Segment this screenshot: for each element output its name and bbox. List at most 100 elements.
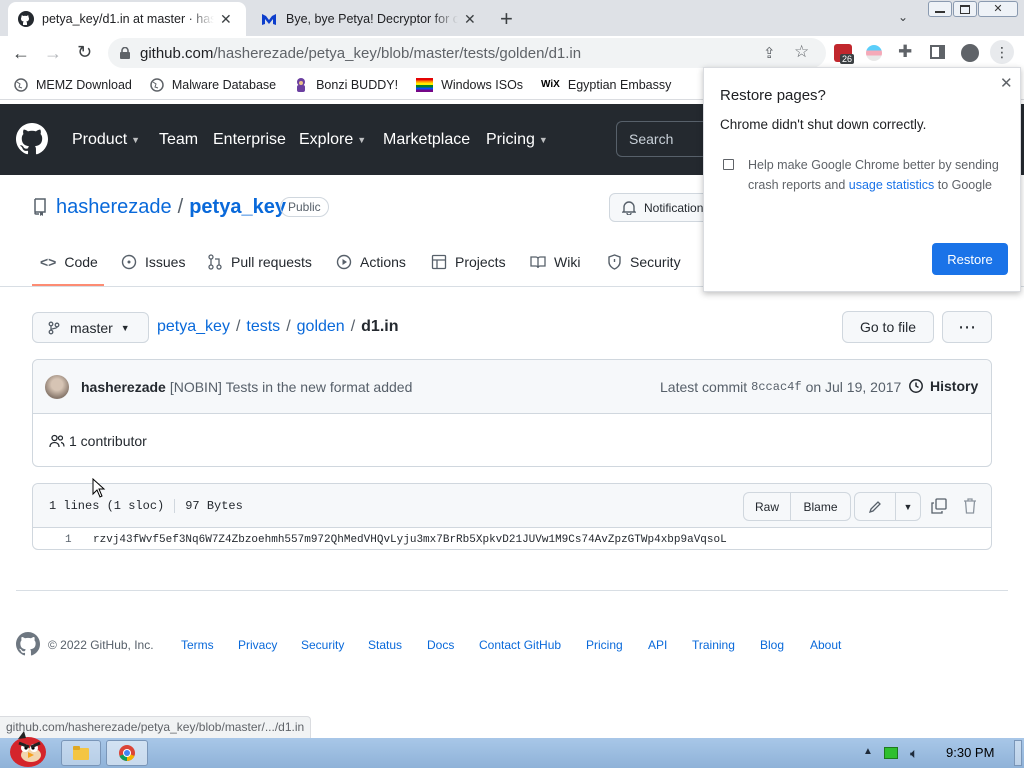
table-icon <box>431 254 447 270</box>
address-bar[interactable]: github.com/hasherezade/petya_key/blob/ma… <box>108 38 826 68</box>
taskbar-explorer-button[interactable] <box>61 740 101 766</box>
new-tab-button[interactable]: + <box>500 6 513 32</box>
breadcrumb-golden-link[interactable]: golden <box>297 318 345 336</box>
tab-malwarebytes[interactable]: Bye, bye Petya! Decryptor for old versio… <box>250 2 488 36</box>
avatar[interactable] <box>45 375 69 399</box>
footer-link-contact: Contact GitHub <box>479 638 561 652</box>
footer-link-label[interactable]: Training <box>692 638 735 652</box>
tab-close-icon[interactable]: ✕ <box>464 11 476 28</box>
tab-security[interactable]: Security <box>607 254 681 270</box>
volume-tray-icon[interactable]: 🔈︎ <box>910 745 918 762</box>
footer-link-label[interactable]: Pricing <box>586 638 623 652</box>
bookmark-memz[interactable]: MEMZ Download <box>14 78 132 92</box>
reload-icon[interactable]: ↻ <box>77 42 92 63</box>
profile-avatar-icon[interactable] <box>961 44 979 62</box>
repo-name-link[interactable]: petya_key <box>189 196 286 219</box>
edit-pencil-icon[interactable] <box>854 492 896 521</box>
tab-close-icon[interactable]: ✕ <box>220 11 232 28</box>
minimize-button[interactable] <box>928 1 952 17</box>
commit-author-link[interactable]: hasherezade <box>81 379 166 395</box>
nav-product[interactable]: Product ▼ <box>72 104 140 175</box>
crash-report-checkbox[interactable] <box>723 159 734 170</box>
footer-link-label[interactable]: Docs <box>427 638 454 652</box>
contributors-link[interactable]: 1 contributor <box>49 433 147 449</box>
more-options-button[interactable]: ⋯ <box>942 311 992 343</box>
tab-search-icon[interactable]: ⌄ <box>898 10 908 24</box>
show-desktop-button[interactable] <box>1014 740 1022 766</box>
edit-dropdown-button[interactable]: ▼ <box>895 492 921 521</box>
raw-button[interactable]: Raw <box>743 492 791 521</box>
extensions-puzzle-icon[interactable]: ✚ <box>898 42 912 62</box>
bookmark-star-icon[interactable]: ☆ <box>794 42 809 62</box>
angry-bird-start-icon[interactable] <box>4 730 48 768</box>
tab-pull-requests[interactable]: Pull requests <box>207 254 312 270</box>
footer-link-label[interactable]: Status <box>368 638 402 652</box>
nav-marketplace[interactable]: Marketplace <box>383 104 470 175</box>
people-icon <box>49 434 65 448</box>
bookmark-windows-isos[interactable]: Windows ISOs <box>416 77 523 92</box>
footer-link-label[interactable]: Contact GitHub <box>479 638 561 652</box>
breadcrumb-repo-link[interactable]: petya_key <box>157 318 230 336</box>
footer-link-label[interactable]: Terms <box>181 638 214 652</box>
repo-title: hasherezade / petya_key <box>56 196 286 219</box>
blame-button[interactable]: Blame <box>790 492 851 521</box>
close-window-button[interactable]: ✕ <box>978 1 1018 17</box>
breadcrumb-tests-link[interactable]: tests <box>246 318 280 336</box>
nav-explore[interactable]: Explore ▼ <box>299 104 366 175</box>
copy-icon[interactable] <box>931 498 947 514</box>
back-arrow-icon[interactable]: ← <box>12 43 30 64</box>
network-tray-icon[interactable] <box>884 747 898 759</box>
footer-link-label[interactable]: Blog <box>760 638 784 652</box>
history-link[interactable]: History <box>908 378 978 394</box>
extension-flag-icon[interactable] <box>866 45 882 61</box>
tray-expand-icon[interactable]: ▲ <box>863 746 873 757</box>
tab-projects[interactable]: Projects <box>431 254 506 270</box>
nav-enterprise[interactable]: Enterprise <box>213 104 286 175</box>
restore-window-button[interactable] <box>953 1 977 17</box>
branch-label: master <box>70 319 113 336</box>
branch-select-button[interactable]: master ▼ <box>32 312 149 343</box>
github-logo-icon[interactable] <box>16 123 48 155</box>
footer-link-label[interactable]: Security <box>301 638 344 652</box>
github-footer-logo-icon[interactable] <box>16 632 40 656</box>
restore-button[interactable]: Restore <box>932 243 1008 275</box>
tab-actions[interactable]: Actions <box>336 254 406 270</box>
chrome-menu-icon[interactable]: ⋮ <box>990 40 1014 64</box>
nav-team[interactable]: Team <box>159 104 198 175</box>
footer-link-training: Training <box>692 638 735 652</box>
nav-pricing[interactable]: Pricing ▼ <box>486 104 548 175</box>
tab-wiki[interactable]: Wiki <box>530 254 580 270</box>
commit-summary: hasherezade [NOBIN] Tests in the new for… <box>81 379 412 395</box>
side-panel-icon[interactable] <box>930 45 945 59</box>
tab-code[interactable]: <> Code <box>40 254 98 270</box>
search-input[interactable]: Search <box>616 121 706 157</box>
taskbar: ▲ 🔈︎ 9:30 PM <box>0 731 1024 768</box>
forward-arrow-icon[interactable]: → <box>44 43 62 64</box>
repo-owner-link[interactable]: hasherezade <box>56 196 172 219</box>
file-lines: 1 lines (1 sloc) <box>49 499 165 513</box>
bookmark-bonzi-buddy[interactable]: Bonzi BUDDY! <box>294 77 398 93</box>
dialog-close-icon[interactable]: ✕ <box>1000 74 1013 92</box>
footer-link-label[interactable]: About <box>810 638 841 652</box>
file-box: 1 lines (1 sloc) 97 Bytes Raw Blame ▼ 1 … <box>32 483 992 550</box>
tab-title: Bye, bye Petya! Decryptor for old versio… <box>286 12 458 26</box>
file-info: 1 lines (1 sloc) 97 Bytes <box>49 499 243 513</box>
go-to-file-button[interactable]: Go to file <box>842 311 934 343</box>
commit-box: hasherezade [NOBIN] Tests in the new for… <box>32 359 992 467</box>
commit-sha-link[interactable]: 8ccac4f <box>751 380 801 395</box>
commit-message-link[interactable]: [NOBIN] Tests in the new format added <box>170 379 413 395</box>
usage-statistics-link[interactable]: usage statistics <box>849 178 934 192</box>
footer-link-label[interactable]: Privacy <box>238 638 277 652</box>
tab-issues[interactable]: Issues <box>121 254 185 270</box>
bookmark-egyptian-embassy[interactable]: WiX Egyptian Embassy <box>541 78 671 92</box>
mouse-cursor-icon <box>92 478 106 498</box>
share-icon[interactable]: ⇪ <box>763 44 776 62</box>
line-number[interactable]: 1 <box>65 534 72 546</box>
clock-time[interactable]: 9:30 PM <box>946 745 994 760</box>
bookmark-malware-database[interactable]: Malware Database <box>150 78 276 92</box>
trash-icon[interactable] <box>963 498 977 514</box>
footer-link-label[interactable]: API <box>648 638 667 652</box>
tab-github[interactable]: petya_key/d1.in at master · hasherezade … <box>8 2 246 36</box>
taskbar-chrome-button[interactable] <box>106 740 148 766</box>
bookmark-label: Bonzi BUDDY! <box>316 77 399 92</box>
